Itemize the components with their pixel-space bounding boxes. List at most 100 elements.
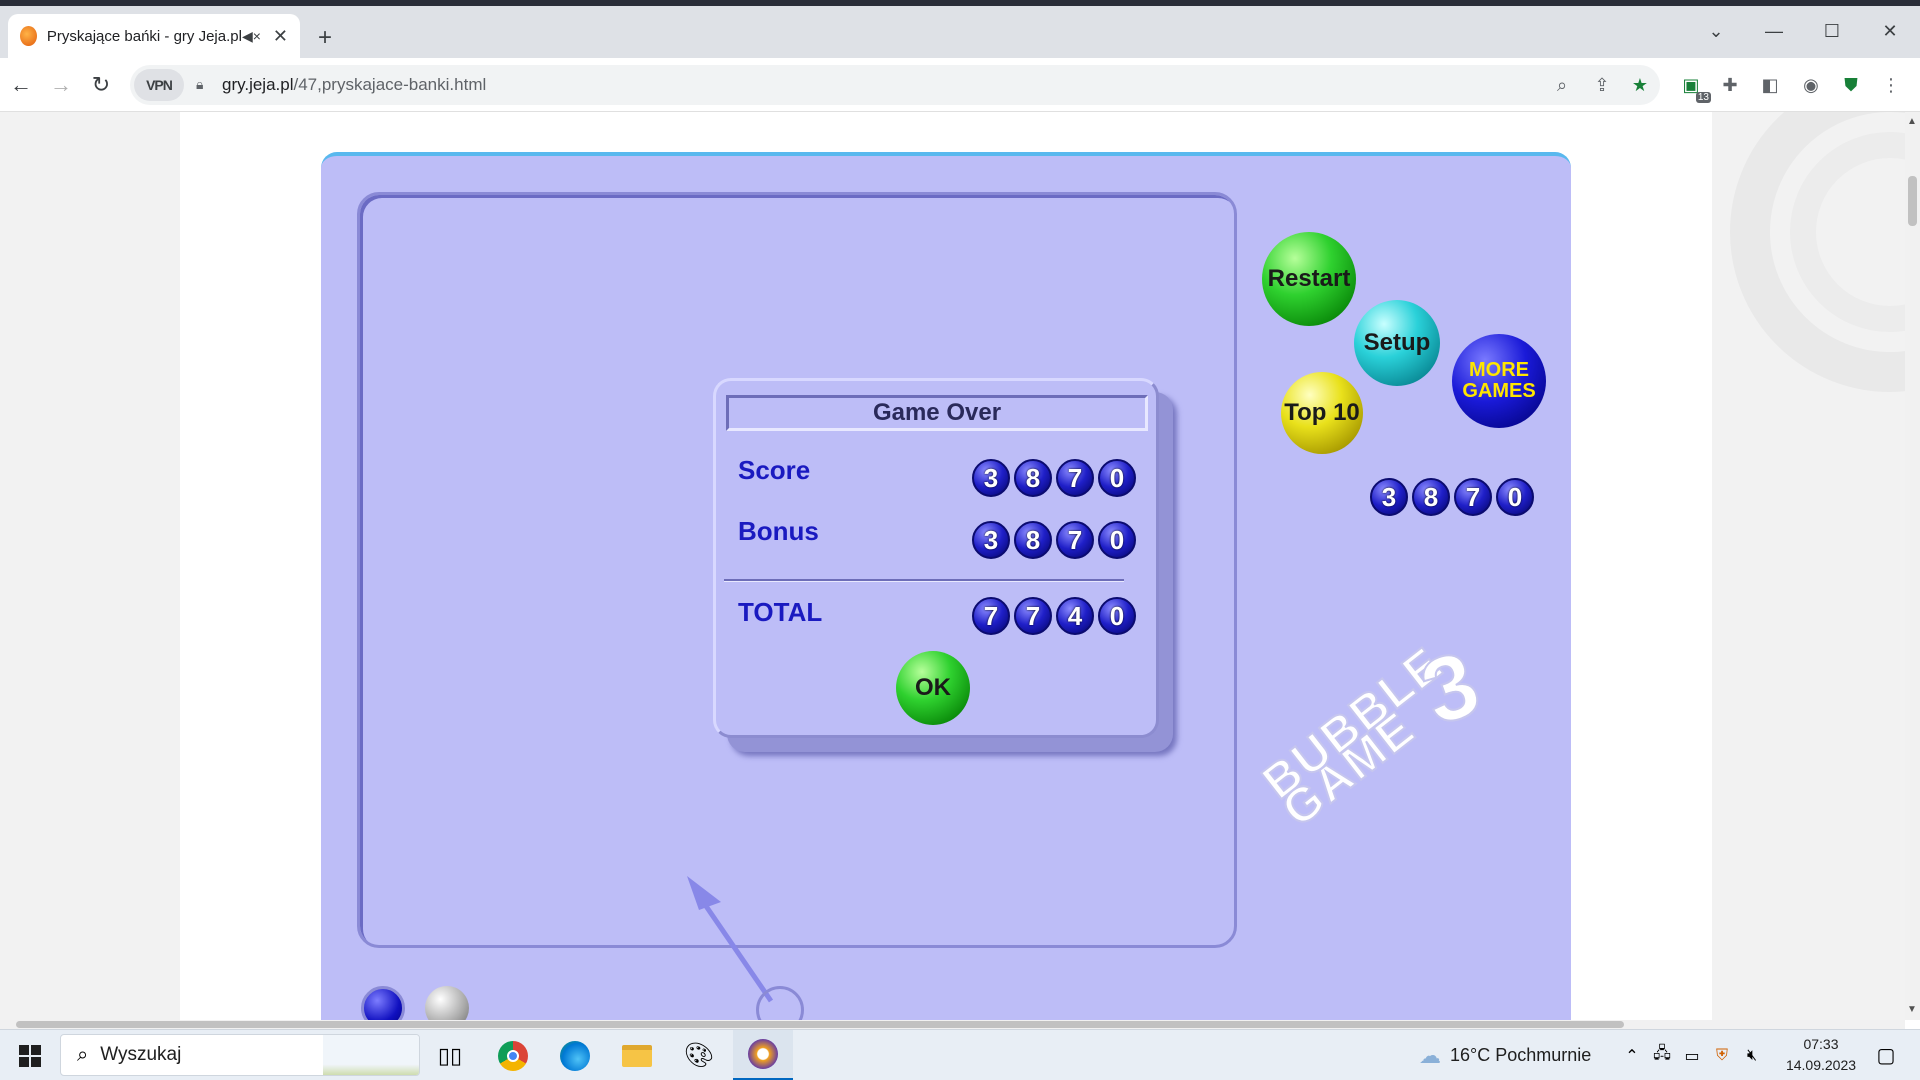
horizontal-scrollbar[interactable] <box>0 1020 1905 1029</box>
notifications-icon[interactable]: ▢ <box>1866 1030 1906 1080</box>
launcher-ring <box>756 986 804 1020</box>
setup-label: Setup <box>1363 329 1431 357</box>
clock-time: 07:33 <box>1803 1036 1839 1052</box>
dialog-bonus-digits: 3 8 7 0 <box>972 521 1136 559</box>
page-viewport: Restart Setup Top 10 MORE GAMES 3 8 7 0 … <box>0 112 1905 1020</box>
scroll-down-icon[interactable]: ▼ <box>1907 1004 1917 1015</box>
vpn-button[interactable]: VPN <box>134 69 184 101</box>
shield-icon[interactable]: ⛊ <box>1837 71 1865 99</box>
setup-button[interactable]: Setup <box>1354 300 1440 386</box>
extension-badge-icon[interactable]: ▣ 13 <box>1677 71 1711 103</box>
task-view-icon[interactable]: ▯▯ <box>430 1030 470 1080</box>
edge-taskbar-icon[interactable] <box>555 1030 595 1080</box>
network-icon[interactable]: 🖧︎ <box>1648 1030 1676 1080</box>
score-digit: 8 <box>1014 459 1052 497</box>
close-icon[interactable]: ✕ <box>273 26 288 47</box>
address-bar[interactable]: VPN 🔒︎ gry.jeja.pl/47,pryskajace-banki.h… <box>130 65 1660 105</box>
menu-dots-icon[interactable]: ⋮ <box>1877 71 1905 99</box>
side-panel-icon[interactable]: ◧ <box>1756 71 1784 99</box>
url-text[interactable]: gry.jeja.pl/47,pryskajace-banki.html <box>222 75 486 95</box>
game-app-taskbar-icon[interactable] <box>733 1030 793 1080</box>
total-digit: 7 <box>1014 597 1052 635</box>
taskbar-search[interactable]: ⌕ Wyszukaj <box>60 1034 420 1076</box>
current-ball <box>361 986 405 1020</box>
search-highlight-image <box>323 1035 419 1075</box>
dialog-divider <box>724 579 1124 582</box>
browser-toolbar: ← → ↻ VPN 🔒︎ gry.jeja.pl/47,pryskajace-b… <box>0 58 1920 112</box>
scroll-up-icon[interactable]: ▲ <box>1907 116 1917 127</box>
tab-search-chevron-icon[interactable]: ⌄ <box>1696 16 1736 46</box>
url-path: /47,pryskajace-banki.html <box>293 75 487 94</box>
top10-label: Top 10 <box>1284 399 1360 427</box>
minimize-button[interactable]: — <box>1754 16 1794 46</box>
paint-taskbar-icon[interactable]: 🎨︎ <box>679 1030 719 1080</box>
profile-icon[interactable]: ◉ <box>1797 71 1825 99</box>
dialog-score-digits: 3 8 7 0 <box>972 459 1136 497</box>
game-over-dialog: Game Over Score 3 8 7 0 Bonus 3 8 7 0 TO… <box>713 378 1159 738</box>
restart-label: Restart <box>1267 265 1351 293</box>
url-host: gry.jeja.pl <box>222 75 294 94</box>
speaker-muted-icon[interactable]: ◀× <box>242 28 261 45</box>
close-window-button[interactable]: ✕ <box>1870 16 1910 46</box>
score-digit: 8 <box>1412 478 1450 516</box>
back-icon[interactable]: ← <box>6 70 36 100</box>
device-icon[interactable]: ▭ <box>1678 1030 1706 1080</box>
score-digit: 3 <box>972 459 1010 497</box>
horizontal-scroll-thumb[interactable] <box>16 1021 1624 1028</box>
weather-text: 16°C Pochmurnie <box>1450 1045 1592 1065</box>
forward-icon[interactable]: → <box>46 70 76 100</box>
total-digit: 0 <box>1098 597 1136 635</box>
bonus-digit: 7 <box>1056 521 1094 559</box>
extension-badge-count: 13 <box>1695 92 1711 103</box>
score-digit: 7 <box>1454 478 1492 516</box>
game-canvas[interactable]: Restart Setup Top 10 MORE GAMES 3 8 7 0 … <box>321 152 1571 1020</box>
bonus-label: Bonus <box>738 516 819 546</box>
file-explorer-icon[interactable] <box>617 1030 657 1080</box>
score-digit: 0 <box>1098 459 1136 497</box>
tab-bar: Pryskające bańki - gry Jeja.pl ◀× ✕ + ⌄ … <box>0 6 1920 58</box>
bonus-digit: 8 <box>1014 521 1052 559</box>
more-games-label-1: MORE <box>1469 359 1529 381</box>
cloud-icon[interactable]: ☁ <box>1410 1030 1450 1080</box>
scroll-thumb[interactable] <box>1908 176 1917 226</box>
top10-button[interactable]: Top 10 <box>1281 372 1363 454</box>
zoom-icon[interactable]: ⌕ <box>1548 71 1576 99</box>
search-placeholder: Wyszukaj <box>100 1044 182 1065</box>
browser-tab[interactable]: Pryskające bańki - gry Jeja.pl ◀× ✕ <box>8 14 300 58</box>
more-games-button[interactable]: MORE GAMES <box>1452 334 1546 428</box>
vertical-scrollbar[interactable]: ▲ ▼ <box>1905 112 1920 1020</box>
score-digit: 7 <box>1056 459 1094 497</box>
windows-taskbar: ⌕ Wyszukaj ▯▯ 🎨︎ ☁ 16°C Pochmurnie ⌃ 🖧︎ … <box>0 1029 1920 1080</box>
bookmark-star-icon[interactable]: ★ <box>1626 71 1654 99</box>
total-label: TOTAL <box>738 597 823 627</box>
dialog-title: Game Over <box>726 395 1148 431</box>
share-icon[interactable]: ⇪ <box>1588 71 1616 99</box>
next-ball <box>425 986 469 1020</box>
windows-start-icon[interactable] <box>10 1030 50 1080</box>
maximize-button[interactable]: ☐ <box>1812 16 1852 46</box>
site-favicon-icon <box>20 26 37 46</box>
tab-title: Pryskające bańki - gry Jeja.pl <box>46 27 242 45</box>
new-tab-button[interactable]: + <box>318 26 332 50</box>
volume-muted-icon[interactable]: 🔇︎ <box>1738 1030 1766 1080</box>
update-icon[interactable]: ⛨ <box>1708 1030 1736 1080</box>
system-clock[interactable]: 07:33 14.09.2023 <box>1772 1034 1870 1076</box>
lock-icon[interactable]: 🔒︎ <box>196 76 203 93</box>
restart-button[interactable]: Restart <box>1262 232 1356 326</box>
clock-date: 14.09.2023 <box>1785 1057 1857 1073</box>
ok-button[interactable]: OK <box>896 651 970 725</box>
score-display: 3 8 7 0 <box>1370 478 1534 516</box>
total-digit: 4 <box>1056 597 1094 635</box>
reload-icon[interactable]: ↻ <box>86 70 116 100</box>
chrome-taskbar-icon[interactable] <box>493 1030 533 1080</box>
weather-widget[interactable]: 16°C Pochmurnie <box>1450 1030 1630 1080</box>
extensions-puzzle-icon[interactable]: ✚ <box>1716 71 1744 99</box>
bonus-digit: 0 <box>1098 521 1136 559</box>
more-games-label-2: GAMES <box>1462 380 1536 402</box>
score-digit: 0 <box>1496 478 1534 516</box>
bubble-game-logo: BUBBLE GAME 3 <box>1252 630 1501 838</box>
ok-label: OK <box>915 674 951 702</box>
dialog-total-digits: 7 7 4 0 <box>972 597 1136 635</box>
score-digit: 3 <box>1370 478 1408 516</box>
chevron-up-icon[interactable]: ⌃ <box>1618 1030 1646 1080</box>
